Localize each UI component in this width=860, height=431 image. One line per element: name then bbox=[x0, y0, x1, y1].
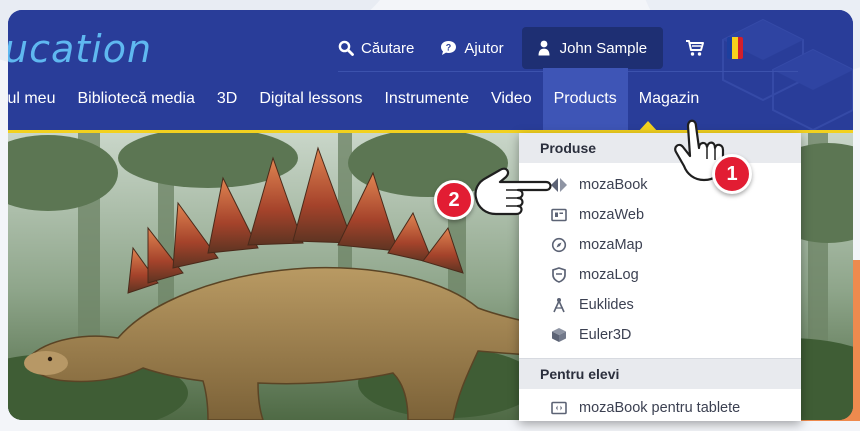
menu-item-label: mozaMap bbox=[579, 237, 643, 253]
flag-stripe-red bbox=[737, 37, 744, 59]
menu-item-mozamap[interactable]: mozaMap bbox=[519, 230, 801, 260]
cart-button[interactable] bbox=[685, 39, 705, 57]
menu-item-label: Euler3D bbox=[579, 327, 632, 343]
search-label: Căutare bbox=[361, 39, 415, 57]
menu-item-mozaweb[interactable]: mozaWeb bbox=[519, 200, 801, 230]
top-utility-bar: Căutare ? Ajutor John Sample bbox=[338, 27, 744, 69]
cart-icon bbox=[686, 40, 705, 56]
euklides-icon bbox=[550, 296, 568, 314]
nav-item-my-account[interactable]: tul meu bbox=[8, 68, 66, 130]
nav-item-tools[interactable]: Instrumente bbox=[373, 68, 479, 130]
search-icon bbox=[338, 40, 354, 56]
dropdown-caret bbox=[637, 121, 659, 133]
nav-item-media-library[interactable]: Bibliotecă media bbox=[66, 68, 205, 130]
user-account-button[interactable]: John Sample bbox=[521, 27, 664, 69]
search-link[interactable]: Căutare bbox=[338, 40, 414, 57]
euler3d-icon bbox=[550, 326, 568, 344]
menu-item-mozalog[interactable]: mozaLog bbox=[519, 260, 801, 290]
main-navigation: tul meu Bibliotecă media 3D Digital less… bbox=[8, 68, 710, 130]
menu-item-euklides[interactable]: Euklides bbox=[519, 290, 801, 320]
user-icon bbox=[538, 40, 550, 56]
site-logo[interactable]: ucation bbox=[8, 27, 152, 71]
mozaweb-icon bbox=[550, 206, 568, 224]
step-2-badge: 2 bbox=[434, 180, 474, 220]
menu-item-label: mozaBook bbox=[579, 177, 648, 193]
menu-item-label: mozaLog bbox=[579, 267, 639, 283]
menu-item-label: mozaBook pentru tablete bbox=[579, 400, 741, 416]
menu-item-label: mozaWeb bbox=[579, 207, 645, 223]
help-link[interactable]: ? Ajutor bbox=[440, 39, 504, 57]
user-name: John Sample bbox=[559, 39, 648, 57]
dropdown-section-title: Produse bbox=[519, 133, 801, 163]
menu-item-mozabook-tablets[interactable]: mozaBook pentru tablete bbox=[519, 393, 801, 423]
nav-item-products[interactable]: Products bbox=[542, 68, 628, 130]
language-flag-button[interactable] bbox=[727, 37, 744, 59]
pointing-hand-icon bbox=[474, 167, 552, 216]
mozalog-icon bbox=[550, 266, 568, 284]
menu-item-label: Euklides bbox=[579, 297, 634, 313]
products-list: mozaBook mozaWeb mozaMap mozaLog Euklide… bbox=[519, 163, 801, 358]
mozamap-icon bbox=[550, 236, 568, 254]
nav-item-video[interactable]: Video bbox=[480, 68, 543, 130]
help-icon: ? bbox=[441, 41, 457, 55]
nav-item-digital-lessons[interactable]: Digital lessons bbox=[248, 68, 373, 130]
tablet-icon bbox=[550, 399, 568, 417]
menu-item-euler3d[interactable]: Euler3D bbox=[519, 320, 801, 350]
step-1-badge: 1 bbox=[712, 154, 752, 194]
dropdown-section-title: Pentru elevi bbox=[519, 359, 801, 389]
products-dropdown-menu: Produse mozaBook mozaWeb mozaMap mozaLog bbox=[519, 133, 801, 421]
mozabook-icon bbox=[550, 176, 568, 194]
help-label: Ajutor bbox=[464, 39, 504, 57]
menu-item-mozabook[interactable]: mozaBook bbox=[519, 170, 801, 200]
students-list: mozaBook pentru tablete bbox=[519, 389, 801, 431]
svg-text:?: ? bbox=[446, 43, 452, 53]
nav-item-3d[interactable]: 3D bbox=[206, 68, 248, 130]
